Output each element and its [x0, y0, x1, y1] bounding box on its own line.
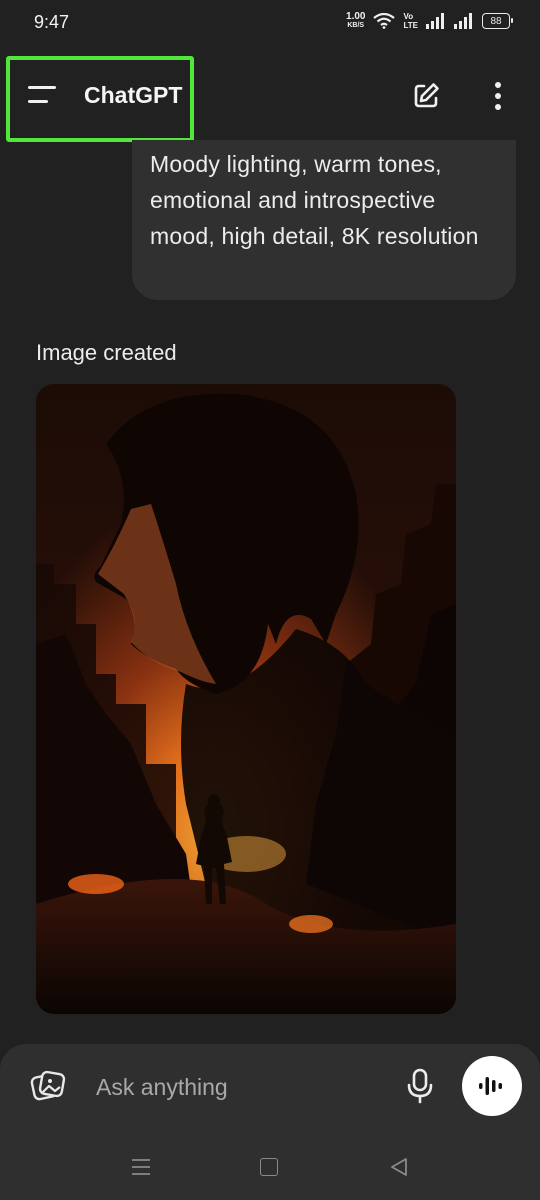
more-vertical-icon[interactable] — [486, 80, 510, 112]
image-attach-icon[interactable] — [28, 1066, 68, 1106]
network-speed-unit: KB/S — [347, 22, 365, 29]
voice-mode-button[interactable] — [462, 1056, 522, 1116]
signal-icon-1 — [426, 13, 444, 29]
recent-apps-icon[interactable] — [130, 1158, 152, 1176]
status-bar: 9:47 1.00 KB/S Vo LTE 88 — [0, 0, 540, 48]
network-speed: 1.00 KB/S — [346, 12, 365, 30]
generated-image[interactable] — [36, 384, 456, 1014]
voice-mode-icon — [479, 1077, 502, 1095]
back-icon[interactable] — [388, 1156, 410, 1178]
home-icon[interactable] — [260, 1158, 278, 1176]
battery-level: 88 — [490, 15, 502, 27]
signal-icon-2 — [454, 13, 472, 29]
user-message-text: Moody lighting, warm tones, emotional an… — [150, 151, 479, 249]
new-chat-icon[interactable] — [410, 80, 442, 112]
status-icons: 1.00 KB/S Vo LTE 88 — [346, 12, 513, 30]
volte-indicator: Vo LTE — [403, 12, 418, 30]
volte-line-1: Vo — [403, 12, 414, 21]
ask-input[interactable] — [96, 1070, 386, 1104]
microphone-icon[interactable] — [404, 1068, 436, 1104]
image-created-label: Image created — [36, 340, 177, 365]
status-time: 9:47 — [34, 12, 70, 32]
user-message-bubble: Moody lighting, warm tones, emotional an… — [132, 140, 516, 300]
battery-icon: 88 — [482, 13, 513, 29]
wifi-icon — [373, 13, 396, 29]
highlight-box — [6, 56, 194, 142]
volte-line-2: LTE — [403, 21, 418, 30]
network-speed-value: 1.00 — [346, 11, 366, 22]
